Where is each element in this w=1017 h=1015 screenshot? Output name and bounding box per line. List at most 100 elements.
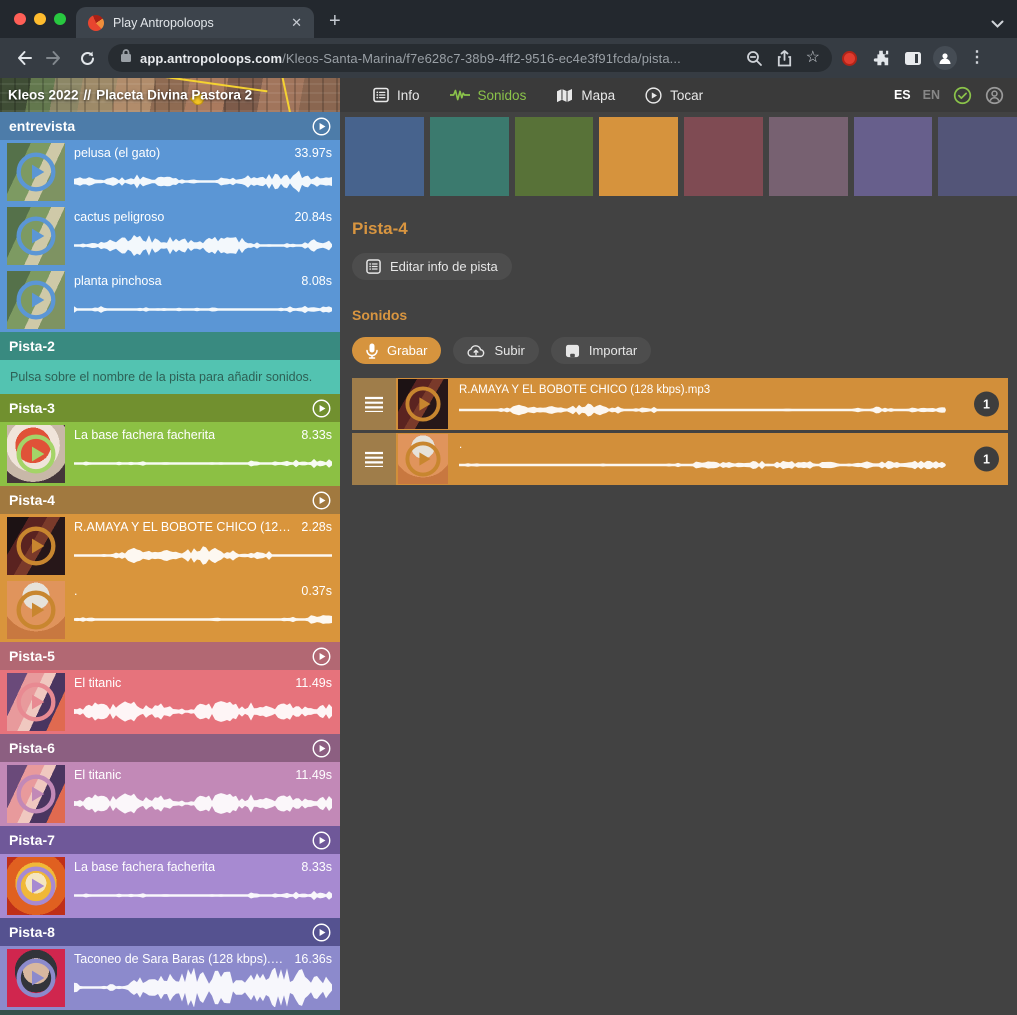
clip-play-icon[interactable] xyxy=(16,434,56,474)
track-color-swatch-3[interactable] xyxy=(515,117,594,196)
sound-row[interactable]: R.AMAYA Y EL BOBOTE CHICO (128 kbps).mp3… xyxy=(352,378,1008,430)
clip-thumbnail[interactable] xyxy=(7,765,65,823)
account-icon[interactable] xyxy=(985,86,1004,105)
audio-clip[interactable]: cactus peligroso 20.84s xyxy=(0,204,340,268)
record-extension-icon[interactable] xyxy=(834,43,864,73)
clip-duration: 8.33s xyxy=(301,426,332,444)
track-play-button[interactable] xyxy=(312,117,331,136)
clip-duration: 11.49s xyxy=(295,674,332,692)
track-header[interactable]: Pista-4 xyxy=(0,486,340,514)
audio-clip[interactable]: pelusa (el gato) 33.97s xyxy=(0,140,340,204)
audio-clip[interactable]: . 0.37s xyxy=(0,578,340,642)
clip-waveform xyxy=(74,784,332,823)
track-color-swatch-8[interactable] xyxy=(938,117,1017,196)
sound-thumbnail[interactable] xyxy=(398,379,448,429)
nav-tab-tocar[interactable]: Tocar xyxy=(630,78,718,112)
track-play-button[interactable] xyxy=(312,923,331,942)
bookmark-star-icon[interactable]: ☆ xyxy=(806,50,820,66)
track-header[interactable]: entrevista xyxy=(0,112,340,140)
drag-handle-icon[interactable] xyxy=(352,378,396,430)
audio-clip[interactable]: planta pinchosa 8.08s xyxy=(0,268,340,332)
browser-menu-kebab-icon[interactable]: ⋮ xyxy=(962,43,992,73)
sound-row[interactable]: . 1 xyxy=(352,433,1008,485)
track-color-swatch-4-selected[interactable] xyxy=(599,117,678,196)
subir-button[interactable]: Subir xyxy=(453,337,538,364)
browser-toolbar: app.antropoloops.com/Kleos-Santa-Marina/… xyxy=(0,38,1017,78)
clip-thumbnail[interactable] xyxy=(7,143,65,201)
clip-thumbnail[interactable] xyxy=(7,949,65,1007)
track-color-swatch-5[interactable] xyxy=(684,117,763,196)
track-color-swatch-1[interactable] xyxy=(345,117,424,196)
clip-play-icon[interactable] xyxy=(16,958,56,998)
sound-play-icon[interactable] xyxy=(405,441,441,477)
extensions-puzzle-icon[interactable] xyxy=(866,43,896,73)
close-window-button[interactable] xyxy=(14,13,26,25)
clip-thumbnail[interactable] xyxy=(7,517,65,575)
audio-clip[interactable]: El titanic 11.49s xyxy=(0,670,340,734)
track-header[interactable]: Pista-5 xyxy=(0,642,340,670)
track-header[interactable]: Pista-8 xyxy=(0,918,340,946)
track-header[interactable]: Pista-7 xyxy=(0,826,340,854)
clip-thumbnail[interactable] xyxy=(7,673,65,731)
audio-clip[interactable]: El titanic 11.49s xyxy=(0,762,340,826)
forward-icon[interactable] xyxy=(40,43,70,73)
url-path: /Kleos-Santa-Marina/f7e628c7-38b9-4ff2-9… xyxy=(282,51,681,66)
clip-play-icon[interactable] xyxy=(16,866,56,906)
track-header[interactable]: Pista-6 xyxy=(0,734,340,762)
zoom-out-icon[interactable] xyxy=(746,50,763,67)
project-cover-image[interactable]: Kleos 2022//Placeta Divina Pastora 2 xyxy=(0,78,340,112)
clip-play-icon[interactable] xyxy=(16,682,56,722)
clip-thumbnail[interactable] xyxy=(7,425,65,483)
nav-tab-mapa[interactable]: Mapa xyxy=(541,78,630,112)
grabar-button[interactable]: Grabar xyxy=(352,337,441,364)
audio-clip[interactable]: Taconeo de Sara Baras (128 kbps).mp3 16.… xyxy=(0,946,340,1010)
clip-play-icon[interactable] xyxy=(16,774,56,814)
tab-overflow-chevron-icon[interactable] xyxy=(991,15,1004,33)
clip-title: planta pinchosa xyxy=(74,272,162,290)
tab-close-icon[interactable]: ✕ xyxy=(291,16,302,29)
track-play-button[interactable] xyxy=(312,647,331,666)
zoom-window-button[interactable] xyxy=(54,13,66,25)
track-color-swatch-7[interactable] xyxy=(854,117,933,196)
clip-thumbnail[interactable] xyxy=(7,857,65,915)
back-icon[interactable] xyxy=(8,43,38,73)
clip-play-icon[interactable] xyxy=(16,216,56,256)
clip-thumbnail[interactable] xyxy=(7,581,65,639)
track-color-swatch-6[interactable] xyxy=(769,117,848,196)
nav-tab-info[interactable]: Info xyxy=(358,78,435,112)
share-icon[interactable] xyxy=(777,50,792,67)
track-color-swatch-2[interactable] xyxy=(430,117,509,196)
drag-handle-icon[interactable] xyxy=(352,433,396,485)
importar-button[interactable]: Importar xyxy=(551,337,651,364)
clip-play-icon[interactable] xyxy=(16,280,56,320)
new-tab-button[interactable]: + xyxy=(329,11,341,31)
clip-play-icon[interactable] xyxy=(16,526,56,566)
edit-track-info-button[interactable]: Editar info de pista xyxy=(352,253,512,280)
browser-tab[interactable]: Play Antropoloops ✕ xyxy=(76,7,314,38)
track-header[interactable]: Pista-3 xyxy=(0,394,340,422)
minimize-window-button[interactable] xyxy=(34,13,46,25)
clip-thumbnail[interactable] xyxy=(7,207,65,265)
audio-clip[interactable]: La base fachera facherita 8.33s xyxy=(0,854,340,918)
clip-thumbnail[interactable] xyxy=(7,271,65,329)
sound-thumbnail[interactable] xyxy=(398,434,448,484)
subir-icon xyxy=(467,344,485,358)
audio-clip[interactable]: R.AMAYA Y EL BOBOTE CHICO (128 kbps)....… xyxy=(0,514,340,578)
sound-play-icon[interactable] xyxy=(405,386,441,422)
profile-avatar[interactable] xyxy=(930,43,960,73)
track-play-button[interactable] xyxy=(312,831,331,850)
clip-play-icon[interactable] xyxy=(16,590,56,630)
nav-tab-sonidos[interactable]: Sonidos xyxy=(435,78,542,112)
audio-clip[interactable]: La base fachera facherita 8.33s xyxy=(0,422,340,486)
track-play-button[interactable] xyxy=(312,399,331,418)
track-play-button[interactable] xyxy=(312,491,331,510)
reload-icon[interactable] xyxy=(72,43,102,73)
language-toggle-es[interactable]: ES xyxy=(894,88,911,102)
clip-play-icon[interactable] xyxy=(16,152,56,192)
url-bar[interactable]: app.antropoloops.com/Kleos-Santa-Marina/… xyxy=(108,44,832,72)
language-toggle-en[interactable]: EN xyxy=(923,88,940,102)
track-header[interactable]: Pista-2 xyxy=(0,332,340,360)
side-panel-icon[interactable] xyxy=(898,43,928,73)
breadcrumb-separator: // xyxy=(84,88,92,103)
track-play-button[interactable] xyxy=(312,739,331,758)
